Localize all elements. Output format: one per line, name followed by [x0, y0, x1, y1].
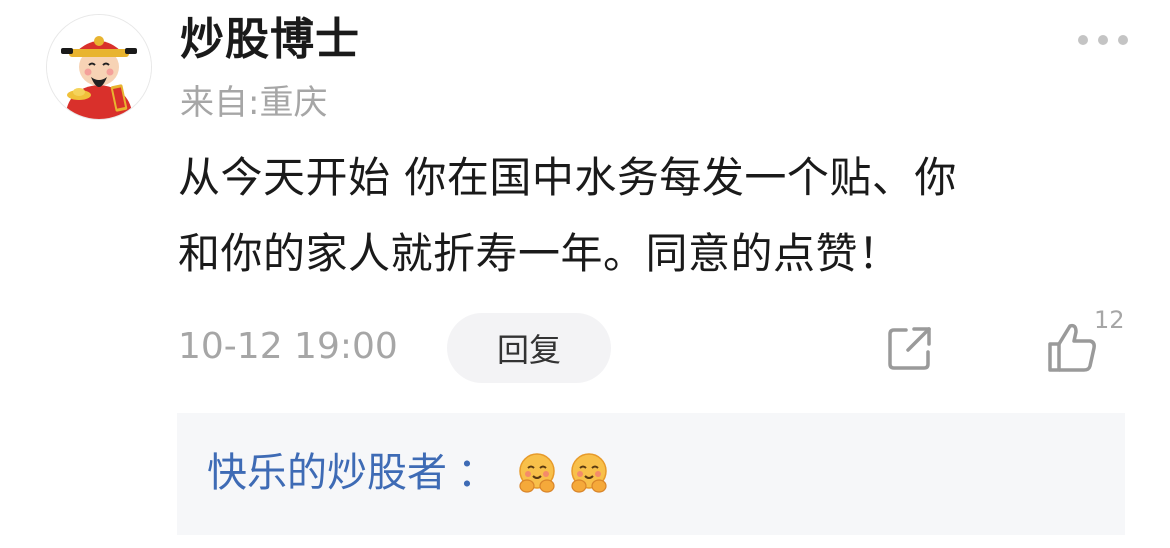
comment-card: 炒股博士 来自:重庆 从今天开始 你在国中水务每发一个贴、你 和你的家人就折寿一… [0, 0, 1170, 548]
avatar[interactable] [46, 14, 152, 120]
sub-reply-author[interactable]: 快乐的炒股者 [207, 443, 447, 503]
hug-emoji-icon [571, 453, 607, 493]
timestamp: 10-12 19:00 [178, 326, 398, 367]
username[interactable]: 炒股博士 [180, 12, 360, 68]
more-options-icon[interactable] [1078, 28, 1128, 52]
caishen-avatar-icon [47, 15, 151, 119]
dot [1078, 35, 1088, 45]
sub-reply-item[interactable]: 快乐的炒股者 ： [207, 443, 619, 503]
reply-button[interactable]: 回复 [447, 313, 611, 383]
sub-reply-colon: ： [457, 450, 497, 496]
share-icon[interactable] [884, 322, 936, 374]
thumbs-up-icon[interactable] [1046, 320, 1098, 374]
sub-reply-panel[interactable]: 快乐的炒股者 ： [177, 413, 1125, 535]
dot [1098, 35, 1108, 45]
comment-content: 从今天开始 你在国中水务每发一个贴、你 和你的家人就折寿一年。同意的点赞！ [178, 140, 1138, 292]
like-count: 12 [1094, 306, 1125, 334]
comment-content-line-1: 从今天开始 你在国中水务每发一个贴、你 [178, 153, 957, 202]
dot [1118, 35, 1128, 45]
location-label: 来自:重庆 [180, 83, 328, 123]
comment-content-line-2: 和你的家人就折寿一年。同意的点赞！ [178, 229, 901, 278]
hug-emoji-icon [519, 453, 555, 493]
